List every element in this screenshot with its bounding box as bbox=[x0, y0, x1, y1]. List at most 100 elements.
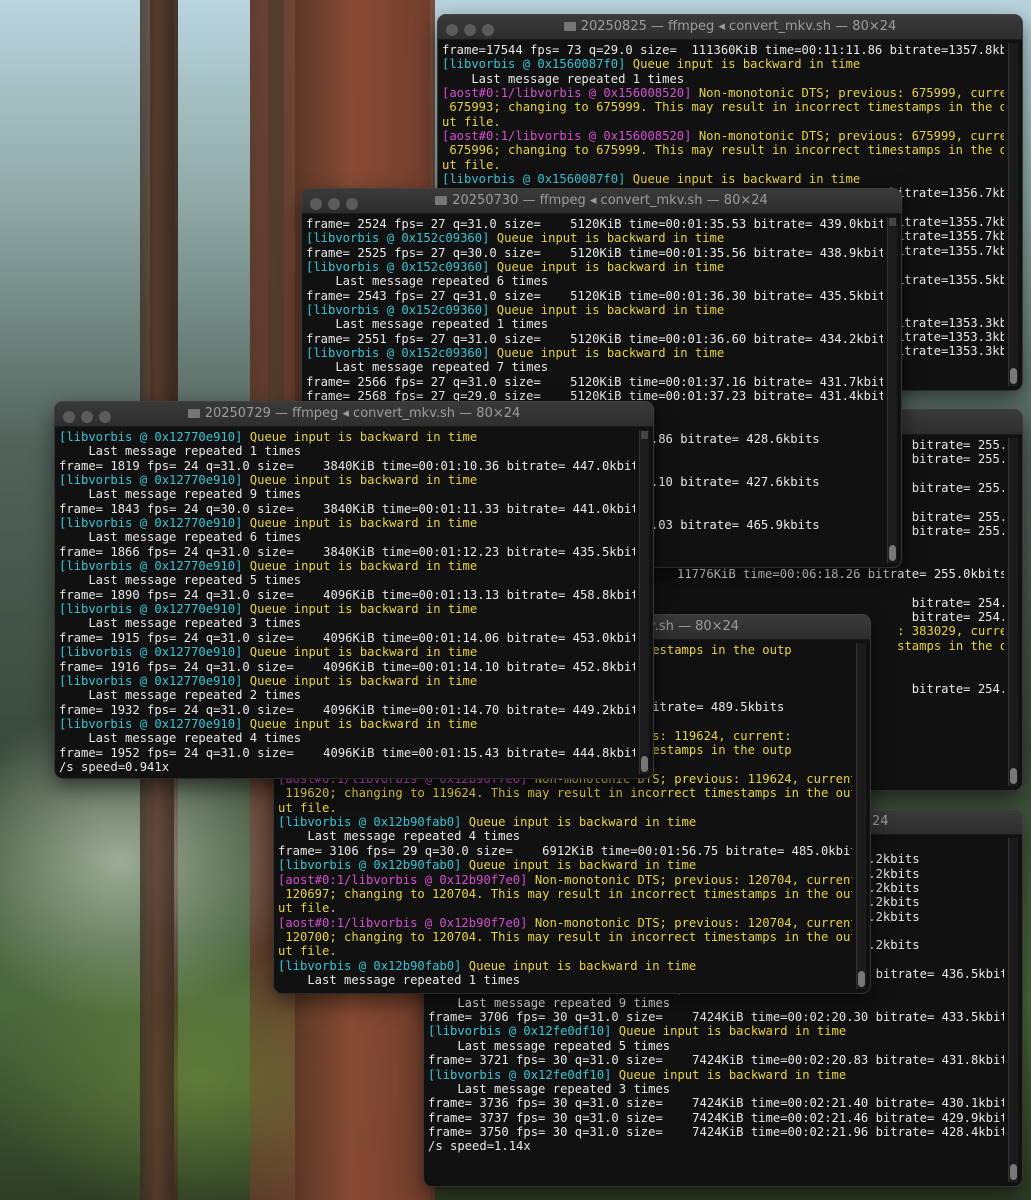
scrollbar[interactable] bbox=[1008, 838, 1018, 1182]
terminal-text: [libvorbis @ 0x12770e910] bbox=[59, 473, 243, 488]
terminal-output[interactable]: [libvorbis @ 0x12770e910] Queue input is… bbox=[59, 430, 635, 774]
terminal-text: [libvorbis @ 0x152c09360] bbox=[306, 346, 490, 361]
scrollbar-thumb[interactable] bbox=[1010, 1164, 1017, 1180]
terminal-text: /s speed=0.941x bbox=[59, 759, 170, 774]
terminal-text: 120700; changing to 120704. This may res… bbox=[278, 929, 852, 944]
minimize-button[interactable] bbox=[81, 411, 93, 423]
terminal-text: Queue input is backward in time bbox=[461, 858, 697, 873]
terminal-line: [libvorbis @ 0x1560087f0] Queue input is… bbox=[442, 172, 1004, 186]
terminal-text: frame= 3721 fps= 30 q=31.0 size= 7424KiB… bbox=[428, 1053, 1004, 1068]
scrollbar[interactable] bbox=[1008, 438, 1018, 786]
terminal-line: [libvorbis @ 0x12770e910] Queue input is… bbox=[59, 516, 635, 530]
terminal-text: Queue input is backward in time bbox=[242, 430, 478, 444]
close-button[interactable] bbox=[310, 198, 322, 210]
scrollbar-thumb[interactable] bbox=[858, 971, 865, 987]
terminal-line: Last message repeated 9 times bbox=[428, 996, 1004, 1010]
scrollbar[interactable] bbox=[639, 430, 649, 774]
terminal-text: frame= 1890 fps= 24 q=31.0 size= 4096KiB… bbox=[59, 587, 635, 602]
terminal-text: frame= 2566 fps= 27 q=31.0 size= 5120KiB… bbox=[306, 374, 883, 389]
terminal-text: ut file. bbox=[278, 800, 337, 815]
scrollbar-thumb[interactable] bbox=[889, 545, 896, 561]
terminal-text: [libvorbis @ 0x12b90fab0] bbox=[278, 815, 462, 830]
terminal-text: Queue input is backward in time bbox=[625, 172, 861, 187]
scrollbar[interactable] bbox=[856, 643, 866, 989]
terminal-text: [libvorbis @ 0x12770e910] bbox=[59, 716, 243, 731]
window-titlebar[interactable]: 20250729 — ffmpeg ◂ convert_mkv.sh — 80×… bbox=[55, 402, 653, 427]
scrollbar-thumb[interactable] bbox=[1010, 768, 1017, 784]
terminal-line: Last message repeated 5 times bbox=[428, 1039, 1004, 1053]
terminal-line: Last message repeated 4 times bbox=[59, 731, 635, 745]
zoom-button[interactable] bbox=[99, 411, 111, 423]
terminal-text: Last message repeated 1 times bbox=[278, 972, 521, 987]
minimize-button[interactable] bbox=[328, 198, 340, 210]
terminal-text: frame=17544 fps= 73 q=29.0 size= 111360K… bbox=[442, 43, 1004, 57]
terminal-text: Queue input is backward in time bbox=[242, 602, 478, 617]
terminal-line: frame= 1952 fps= 24 q=31.0 size= 4096KiB… bbox=[59, 746, 635, 760]
terminal-line: 120700; changing to 120704. This may res… bbox=[278, 930, 852, 944]
terminal-text: ut file. bbox=[278, 901, 337, 916]
scrollbar-thumb[interactable] bbox=[1010, 368, 1017, 384]
minimize-button[interactable] bbox=[464, 24, 476, 36]
terminal-line: [libvorbis @ 0x12770e910] Queue input is… bbox=[59, 473, 635, 487]
zoom-button[interactable] bbox=[346, 198, 358, 210]
terminal-line: 675996; changing to 675999. This may res… bbox=[442, 143, 1004, 157]
terminal-text: Last message repeated 3 times bbox=[59, 616, 302, 631]
terminal-text: Last message repeated 9 times bbox=[59, 487, 302, 502]
terminal-text: frame= 3106 fps= 29 q=30.0 size= 6912KiB… bbox=[278, 843, 852, 858]
terminal-text: frame= 1952 fps= 24 q=31.0 size= 4096KiB… bbox=[59, 745, 635, 760]
terminal-line: frame= 3737 fps= 30 q=31.0 size= 7424KiB… bbox=[428, 1111, 1004, 1125]
terminal-text: ut file. bbox=[278, 944, 337, 959]
terminal-line: frame= 3706 fps= 30 q=31.0 size= 7424KiB… bbox=[428, 1010, 1004, 1024]
terminal-text: [libvorbis @ 0x152c09360] bbox=[306, 260, 490, 275]
terminal-text: frame= 1819 fps= 24 q=31.0 size= 3840KiB… bbox=[59, 458, 635, 473]
traffic-lights[interactable] bbox=[310, 195, 364, 219]
terminal-line: frame= 1932 fps= 24 q=31.0 size= 4096KiB… bbox=[59, 703, 635, 717]
terminal-text: frame= 2543 fps= 27 q=31.0 size= 5120KiB… bbox=[306, 288, 883, 303]
close-button[interactable] bbox=[63, 411, 75, 423]
terminal-text: Non-monotonic DTS; previous: 675999, cur… bbox=[691, 129, 1004, 144]
traffic-lights[interactable] bbox=[446, 21, 500, 45]
terminal-text: frame= 2551 fps= 27 q=31.0 size= 5120KiB… bbox=[306, 331, 883, 346]
terminal-text: [libvorbis @ 0x12b90fab0] bbox=[278, 958, 462, 973]
terminal-text: Last message repeated 7 times bbox=[306, 360, 549, 375]
window-titlebar[interactable]: 20250730 — ffmpeg ◂ convert_mkv.sh — 80×… bbox=[302, 189, 901, 214]
terminal-line: /s speed=1.14x bbox=[428, 1139, 1004, 1153]
scrollbar[interactable] bbox=[887, 217, 897, 563]
terminal-text: Last message repeated 6 times bbox=[59, 530, 302, 545]
terminal-text: [aost#0:1/libvorbis @ 0x156008520] bbox=[442, 86, 692, 101]
terminal-text: [libvorbis @ 0x12770e910] bbox=[59, 516, 243, 531]
terminal-line: frame= 1843 fps= 24 q=30.0 size= 3840KiB… bbox=[59, 502, 635, 516]
terminal-line: [libvorbis @ 0x12fe0df10] Queue input is… bbox=[428, 1024, 1004, 1038]
terminal-text: Last message repeated 3 times bbox=[428, 1081, 671, 1096]
terminal-window-20250729[interactable]: 20250729 — ffmpeg ◂ convert_mkv.sh — 80×… bbox=[55, 402, 653, 778]
terminal-line: Last message repeated 1 times bbox=[442, 72, 1004, 86]
terminal-line: frame=17544 fps= 73 q=29.0 size= 111360K… bbox=[442, 43, 1004, 57]
folder-icon bbox=[187, 409, 200, 418]
window-titlebar[interactable]: 20250825 — ffmpeg ◂ convert_mkv.sh — 80×… bbox=[438, 15, 1022, 40]
scrollbar-thumb[interactable] bbox=[641, 756, 648, 772]
terminal-text: frame= 3737 fps= 30 q=31.0 size= 7424KiB… bbox=[428, 1110, 1004, 1125]
terminal-line: [libvorbis @ 0x152c09360] Queue input is… bbox=[306, 260, 883, 274]
terminal-text: frame= 1866 fps= 24 q=31.0 size= 3840KiB… bbox=[59, 544, 635, 559]
terminal-line: [libvorbis @ 0x12770e910] Queue input is… bbox=[59, 674, 635, 688]
terminal-text: Last message repeated 1 times bbox=[59, 444, 302, 459]
window-title-fragment: v.sh — 80×24 bbox=[648, 619, 740, 634]
terminal-line: [libvorbis @ 0x12770e910] Queue input is… bbox=[59, 645, 635, 659]
close-button[interactable] bbox=[446, 24, 458, 36]
terminal-line: frame= 3106 fps= 29 q=30.0 size= 6912KiB… bbox=[278, 844, 852, 858]
terminal-line: Last message repeated 9 times bbox=[59, 487, 635, 501]
traffic-lights[interactable] bbox=[63, 408, 117, 432]
scrollbar[interactable] bbox=[1008, 43, 1018, 386]
terminal-line: 11776KiB time=00:06:18.26 bitrate= 255.0… bbox=[655, 567, 1004, 581]
zoom-button[interactable] bbox=[482, 24, 494, 36]
terminal-line: Last message repeated 1 times bbox=[59, 444, 635, 458]
terminal-text: [libvorbis @ 0x12770e910] bbox=[59, 673, 243, 688]
terminal-line: frame= 2525 fps= 27 q=30.0 size= 5120KiB… bbox=[306, 246, 883, 260]
terminal-line: [aost#0:1/libvorbis @ 0x156008520] Non-m… bbox=[442, 129, 1004, 143]
terminal-text: Queue input is backward in time bbox=[242, 516, 478, 531]
terminal-text: [libvorbis @ 0x12770e910] bbox=[59, 430, 243, 444]
terminal-text: frame= 1916 fps= 24 q=31.0 size= 4096KiB… bbox=[59, 659, 635, 674]
terminal-text: frame= 3736 fps= 30 q=31.0 size= 7424KiB… bbox=[428, 1096, 1004, 1111]
terminal-line: Last message repeated 3 times bbox=[428, 1082, 1004, 1096]
terminal-line: frame= 1890 fps= 24 q=31.0 size= 4096KiB… bbox=[59, 588, 635, 602]
